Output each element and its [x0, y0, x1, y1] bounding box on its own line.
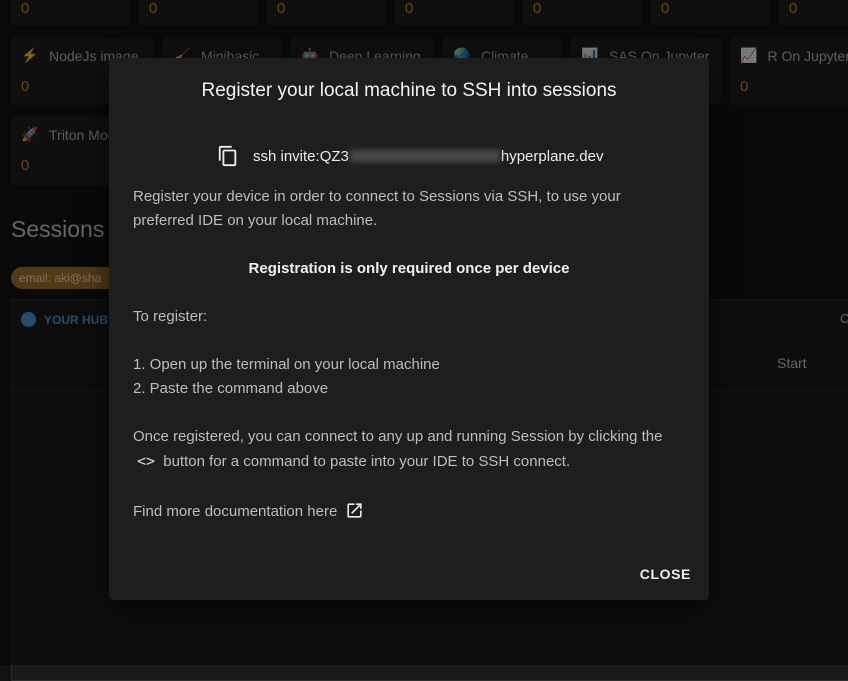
code-icon: <>	[137, 452, 156, 470]
open-in-new-icon[interactable]	[345, 501, 364, 520]
registered-text-a: Once registered, you can connect to any …	[133, 428, 663, 445]
invite-suffix: hyperplane.dev	[500, 147, 604, 165]
ssh-invite-command[interactable]: ssh invite:QZ3 hyperplane.dev	[217, 144, 603, 168]
redacted-token	[349, 150, 500, 162]
close-button[interactable]: CLOSE	[640, 566, 691, 582]
dialog-title: Register your local machine to SSH into …	[201, 80, 617, 101]
docs-link[interactable]: Find more documentation here	[133, 500, 673, 524]
ssh-register-dialog: Register your local machine to SSH into …	[109, 58, 709, 600]
step-2: 2. Paste the command above	[133, 380, 329, 397]
docs-link-label: Find more documentation here	[133, 503, 338, 520]
registered-text: Once registered, you can connect to any …	[133, 425, 673, 474]
intro-text: Register your device in order to connect…	[133, 188, 621, 229]
step-1: 1. Open up the terminal on your local ma…	[133, 356, 440, 373]
copy-icon[interactable]	[217, 144, 239, 168]
registered-text-b: button for a command to paste into your …	[163, 453, 571, 470]
invite-prefix: ssh invite:QZ3	[253, 147, 349, 165]
to-register-label: To register:	[133, 308, 208, 325]
once-note: Registration is only required once per d…	[248, 260, 570, 277]
